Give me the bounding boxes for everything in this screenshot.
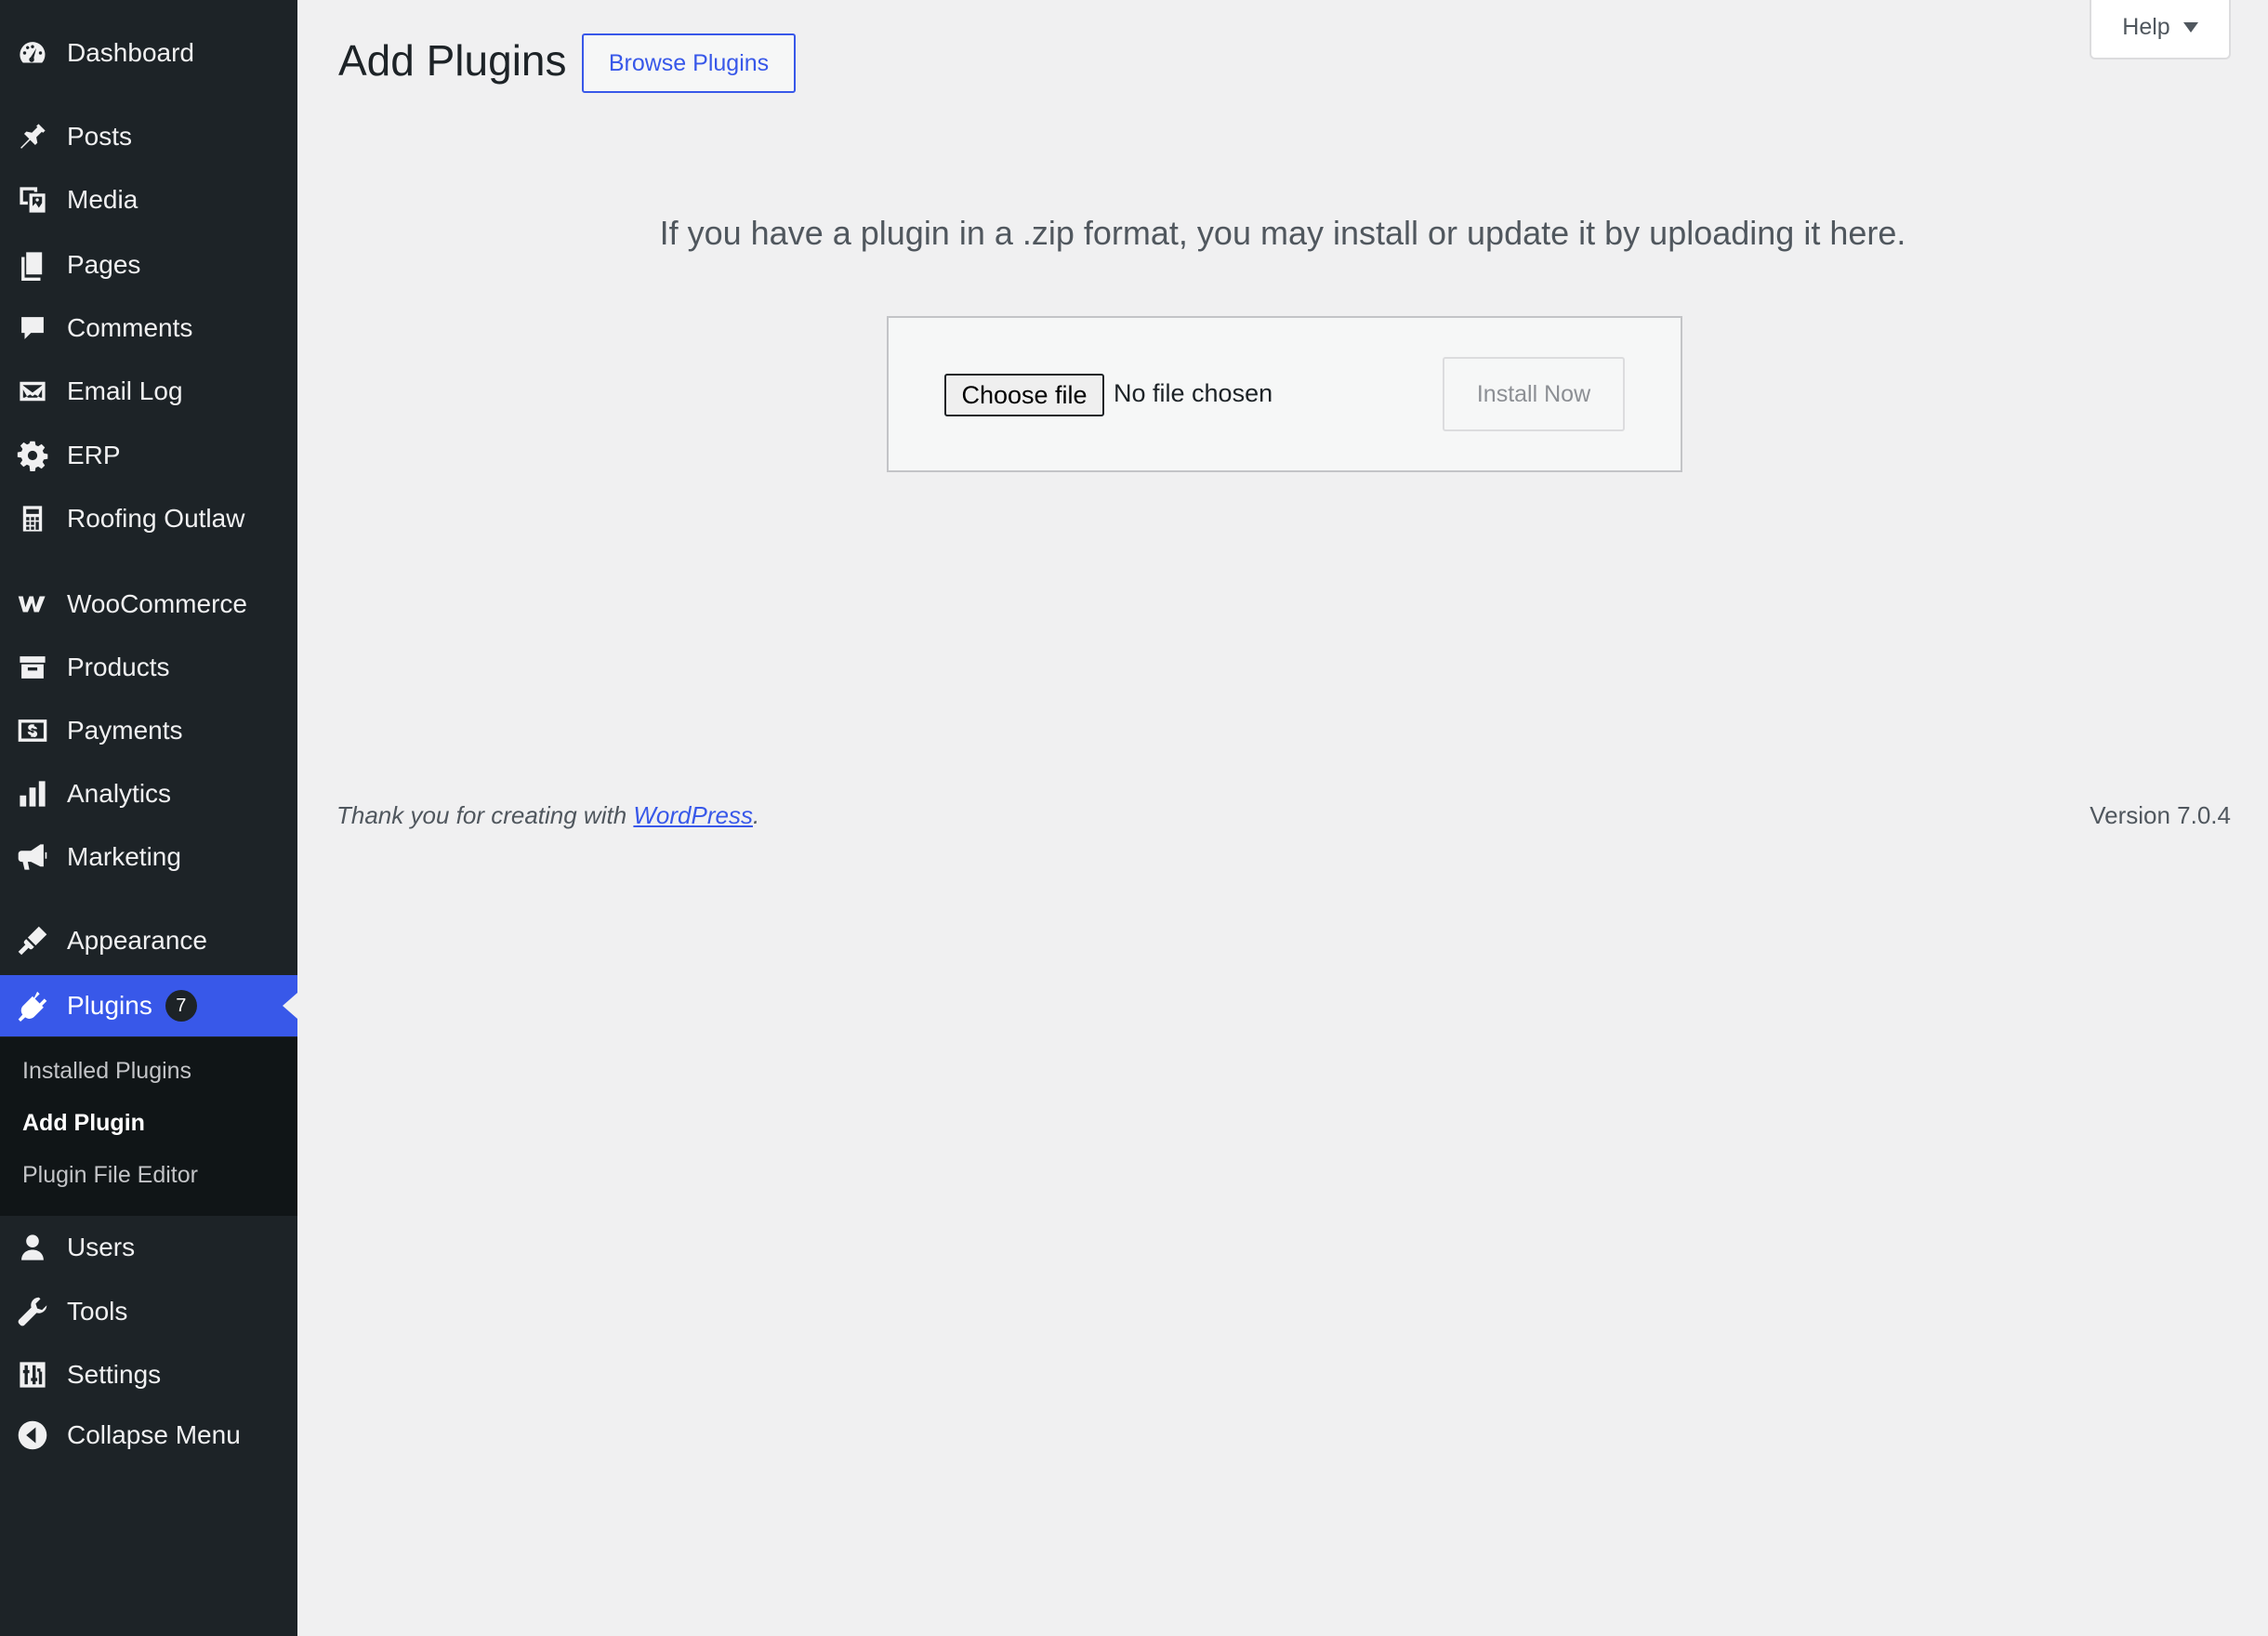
megaphone-icon — [16, 840, 49, 874]
sidebar-item-label: ERP — [67, 441, 121, 469]
sidebar-item-analytics[interactable]: Analytics — [0, 763, 297, 825]
submenu-item-plugin-file-editor[interactable]: Plugin File Editor — [22, 1162, 198, 1189]
sidebar-item-woocommerce[interactable]: WooCommerce — [0, 574, 297, 635]
brush-icon — [16, 924, 49, 957]
pages-icon — [16, 248, 49, 282]
sidebar-item-plugins[interactable]: Plugins 7 — [0, 975, 297, 1036]
sidebar-item-label: Pages — [67, 250, 141, 279]
sidebar-item-appearance[interactable]: Appearance — [0, 910, 297, 971]
pin-icon — [16, 120, 49, 153]
sidebar-item-label: Media — [67, 185, 138, 214]
sidebar-item-tools[interactable]: Tools — [0, 1281, 297, 1342]
dollar-icon — [16, 714, 49, 747]
sidebar-item-email-log[interactable]: Email Log — [0, 361, 297, 422]
sidebar-item-label: Roofing Outlaw — [67, 504, 245, 533]
sidebar-item-label: Tools — [67, 1297, 128, 1326]
sidebar-item-posts[interactable]: Posts — [0, 106, 297, 167]
email-icon — [16, 375, 49, 408]
submenu-item-add-plugin[interactable]: Add Plugin — [22, 1110, 145, 1137]
sidebar-item-comments[interactable]: Comments — [0, 297, 297, 359]
footer-version: Version 7.0.4 — [2090, 801, 2231, 829]
sliders-icon — [16, 1358, 49, 1392]
collapse-icon — [16, 1418, 49, 1452]
media-icon — [16, 183, 49, 217]
plugin-icon — [16, 989, 49, 1022]
sidebar-item-settings[interactable]: Settings — [0, 1344, 297, 1405]
help-label: Help — [2122, 13, 2170, 40]
footer-period: . — [752, 801, 760, 829]
sidebar-item-label: Settings — [67, 1360, 162, 1389]
sidebar-item-label: Plugins — [67, 991, 152, 1020]
gear-icon — [16, 439, 49, 472]
archive-icon — [16, 651, 49, 684]
sidebar-item-label: Comments — [67, 313, 193, 342]
help-tab-button[interactable]: Help — [2090, 0, 2231, 59]
sidebar-item-label: Collapse Menu — [67, 1420, 241, 1449]
woocommerce-icon — [16, 587, 49, 621]
upload-description: If you have a plugin in a .zip format, y… — [659, 214, 1906, 252]
sidebar-item-label: Posts — [67, 122, 133, 151]
sidebar-item-marketing[interactable]: Marketing — [0, 826, 297, 888]
calculator-icon — [16, 502, 49, 535]
sidebar-item-payments[interactable]: Payments — [0, 700, 297, 761]
sidebar-item-dashboard[interactable]: Dashboard — [0, 22, 297, 84]
sidebar-item-label: Payments — [67, 716, 183, 745]
page-title: Add Plugins — [338, 36, 567, 85]
sidebar-item-roofing-outlaw[interactable]: Roofing Outlaw — [0, 488, 297, 549]
sidebar-item-label: Appearance — [67, 926, 208, 955]
update-count-badge: 7 — [165, 990, 197, 1022]
sidebar-item-label: Users — [67, 1233, 136, 1261]
plugins-submenu: Installed Plugins Add Plugin Plugin File… — [0, 1037, 297, 1216]
sidebar-item-label: Products — [67, 653, 170, 681]
sidebar-item-label: WooCommerce — [67, 589, 247, 618]
browse-plugins-button[interactable]: Browse Plugins — [582, 33, 796, 93]
upload-plugin-form: Choose file No file chosen Install Now — [887, 316, 1682, 472]
user-icon — [16, 1231, 49, 1264]
wrench-icon — [16, 1295, 49, 1328]
bar-chart-icon — [16, 777, 49, 811]
file-status: No file chosen — [1114, 379, 1273, 407]
sidebar-item-erp[interactable]: ERP — [0, 425, 297, 486]
sidebar-item-label: Marketing — [67, 842, 181, 871]
collapse-menu-button[interactable]: Collapse Menu — [0, 1405, 297, 1466]
sidebar-item-label: Dashboard — [67, 38, 194, 67]
choose-file-button[interactable]: Choose file — [944, 374, 1104, 416]
sidebar-item-users[interactable]: Users — [0, 1217, 297, 1278]
footer-thanks-text: Thank you for creating with — [336, 801, 634, 829]
install-now-button[interactable]: Install Now — [1443, 357, 1625, 431]
comment-icon — [16, 311, 49, 345]
submenu-item-installed-plugins[interactable]: Installed Plugins — [22, 1058, 191, 1085]
wordpress-link[interactable]: WordPress — [633, 801, 753, 829]
sidebar-item-label: Analytics — [67, 779, 172, 808]
dashboard-icon — [16, 36, 49, 70]
caret-down-icon — [2182, 21, 2198, 33]
footer-thankyou: Thank you for creating with WordPress. — [336, 801, 759, 830]
sidebar-item-products[interactable]: Products — [0, 637, 297, 698]
sidebar-item-label: Email Log — [67, 376, 183, 405]
